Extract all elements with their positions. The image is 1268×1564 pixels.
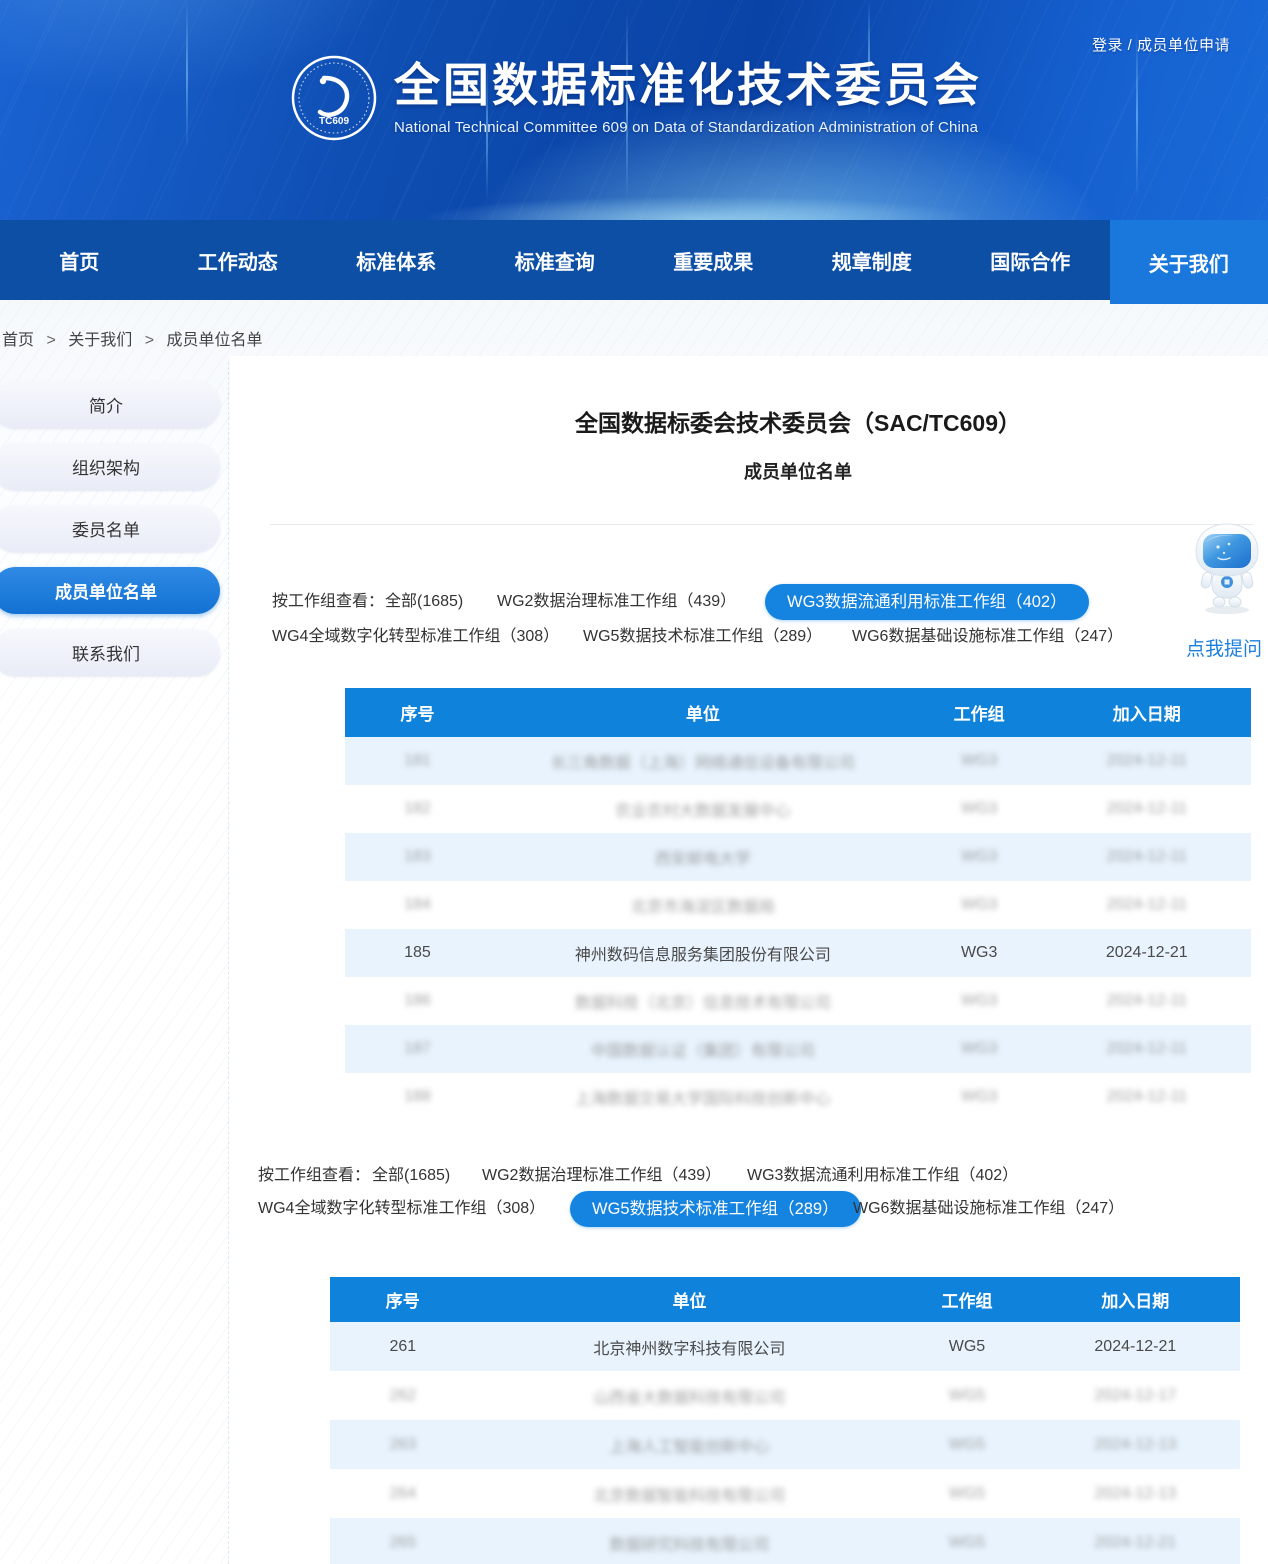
- svg-text:TC609: TC609: [319, 116, 349, 127]
- nav-item-home[interactable]: 首页: [0, 220, 159, 300]
- crumb-home[interactable]: 首页: [2, 332, 34, 349]
- nav-item-international-cooperation[interactable]: 国际合作: [951, 220, 1110, 300]
- nav-item-regulations[interactable]: 规章制度: [793, 220, 952, 300]
- nav-item-key-achievements[interactable]: 重要成果: [634, 220, 793, 300]
- table-row: 262 山西省大数据科技有限公司 WG5 2024-12-17: [330, 1371, 1240, 1420]
- col-no: 序号: [345, 700, 490, 725]
- filter-wg2-1[interactable]: WG2数据治理标准工作组（439）: [497, 584, 736, 620]
- ask-me-button[interactable]: 点我提问: [1178, 634, 1268, 661]
- nav-item-standard-system[interactable]: 标准体系: [317, 220, 476, 300]
- table-row: 264 北京数据智能科技有限公司 WG5 2024-12-13: [330, 1469, 1240, 1518]
- tc609-logo-icon: TC609: [290, 54, 378, 142]
- crumb-separator: >: [46, 332, 55, 349]
- sidebar-item-member-units[interactable]: 成员单位名单: [0, 567, 220, 614]
- site-subtitle: National Technical Committee 609 on Data…: [394, 119, 982, 136]
- title-divider: [270, 524, 1253, 525]
- table-row-highlight-261: 261 北京神州数字科技有限公司 WG5 2024-12-21: [330, 1322, 1240, 1371]
- filter-all-2[interactable]: 全部(1685): [372, 1158, 450, 1194]
- col-workgroup: 工作组: [903, 1287, 1030, 1312]
- table-row: 265 数据研究科技有限公司 WG5 2024-12-21: [330, 1518, 1240, 1564]
- banner-decor-line: [1136, 30, 1138, 200]
- page: 登录 / 成员单位申请 TC609 全国数据标准化技术委员会 National …: [0, 0, 1268, 1564]
- table-row: 182 农业农村大数据发展中心 WG3 2024-12-11: [345, 785, 1251, 833]
- table-row: 184 北京市海淀区数据局 WG3 2024-12-11: [345, 881, 1251, 929]
- filter-wg4-2[interactable]: WG4全域数字化转型标准工作组（308）: [258, 1191, 545, 1227]
- table-row: 188 上海数据交易大学国际科技创新中心 WG3 2024-12-11: [345, 1073, 1251, 1121]
- table-header: 序号 单位 工作组 加入日期: [345, 688, 1251, 737]
- table-header: 序号 单位 工作组 加入日期: [330, 1277, 1240, 1322]
- col-unit: 单位: [476, 1287, 904, 1312]
- table-row: 183 西安邮电大学 WG3 2024-12-11: [345, 833, 1251, 881]
- table-row: 181 长三角数据（上海）网络通信设备有限公司 WG3 2024-12-11: [345, 737, 1251, 785]
- crumb-member-list: 成员单位名单: [167, 332, 263, 349]
- col-no: 序号: [330, 1287, 476, 1312]
- site-brand[interactable]: TC609 全国数据标准化技术委员会 National Technical Co…: [290, 54, 982, 142]
- sidebar-item-committee-members[interactable]: 委员名单: [0, 505, 220, 552]
- filter-wg3-2[interactable]: WG3数据流通利用标准工作组（402）: [747, 1158, 1018, 1194]
- table-row: 263 上海人工智能创新中心 WG5 2024-12-13: [330, 1420, 1240, 1469]
- table-row: 187 中国数据认证（集团）有限公司 WG3 2024-12-11: [345, 1025, 1251, 1073]
- filter-label-2: 按工作组查看：: [258, 1158, 370, 1194]
- page-title: 全国数据标委会技术委员会（SAC/TC609）: [345, 404, 1251, 438]
- table-row: 186 数据科技（北京）信息技术有限公司 WG3 2024-12-11: [345, 977, 1251, 1025]
- assistant-robot-icon[interactable]: [1188, 522, 1266, 621]
- filter-wg5-2-selected[interactable]: WG5数据技术标准工作组（289）: [570, 1191, 861, 1227]
- banner-decor-line: [186, 0, 188, 150]
- sidebar-item-organization[interactable]: 组织架构: [0, 443, 220, 490]
- filter-wg6-2[interactable]: WG6数据基础设施标准工作组（247）: [853, 1191, 1124, 1227]
- breadcrumb: 首页 > 关于我们 > 成员单位名单: [2, 326, 263, 350]
- col-unit: 单位: [490, 700, 916, 725]
- table-row-highlight-185: 185 神州数码信息服务集团股份有限公司 WG3 2024-12-21: [345, 929, 1251, 977]
- nav-item-standard-search[interactable]: 标准查询: [476, 220, 635, 300]
- filter-wg3-1-selected[interactable]: WG3数据流通利用标准工作组（402）: [765, 584, 1089, 620]
- filter-wg6-1[interactable]: WG6数据基础设施标准工作组（247）: [852, 619, 1123, 655]
- page-subtitle: 成员单位名单: [345, 458, 1251, 484]
- site-title: 全国数据标准化技术委员会: [394, 60, 982, 111]
- col-join-date: 加入日期: [1031, 1287, 1240, 1312]
- banner-glow: [420, 196, 980, 220]
- filter-wg4-1[interactable]: WG4全域数字化转型标准工作组（308）: [272, 619, 559, 655]
- sidebar-content-divider: [228, 362, 229, 1564]
- sidebar: 简介 组织架构 委员名单 成员单位名单 联系我们: [0, 381, 220, 691]
- sidebar-item-intro[interactable]: 简介: [0, 381, 220, 428]
- member-table-wg5: 序号 单位 工作组 加入日期 261 北京神州数字科技有限公司 WG5 2024…: [330, 1277, 1240, 1564]
- col-workgroup: 工作组: [916, 700, 1043, 725]
- member-table-wg3: 序号 单位 工作组 加入日期 181 长三角数据（上海）网络通信设备有限公司 W…: [345, 688, 1251, 1121]
- crumb-separator: >: [145, 332, 154, 349]
- site-banner: 登录 / 成员单位申请 TC609 全国数据标准化技术委员会 National …: [0, 0, 1268, 220]
- main-nav: 首页 工作动态 标准体系 标准查询 重要成果 规章制度 国际合作 关于我们: [0, 220, 1268, 300]
- filter-label-1: 按工作组查看：: [272, 584, 384, 620]
- sidebar-item-contact-us[interactable]: 联系我们: [0, 629, 220, 676]
- filter-all-1[interactable]: 全部(1685): [385, 584, 463, 620]
- col-join-date: 加入日期: [1043, 700, 1251, 725]
- crumb-about-us[interactable]: 关于我们: [68, 332, 132, 349]
- nav-item-work-updates[interactable]: 工作动态: [159, 220, 318, 300]
- login-apply-link[interactable]: 登录 / 成员单位申请: [1092, 34, 1230, 55]
- filter-wg5-1[interactable]: WG5数据技术标准工作组（289）: [583, 619, 822, 655]
- filter-wg2-2[interactable]: WG2数据治理标准工作组（439）: [482, 1158, 721, 1194]
- nav-item-about-us[interactable]: 关于我们: [1110, 220, 1268, 304]
- brand-text: 全国数据标准化技术委员会 National Technical Committe…: [394, 60, 982, 136]
